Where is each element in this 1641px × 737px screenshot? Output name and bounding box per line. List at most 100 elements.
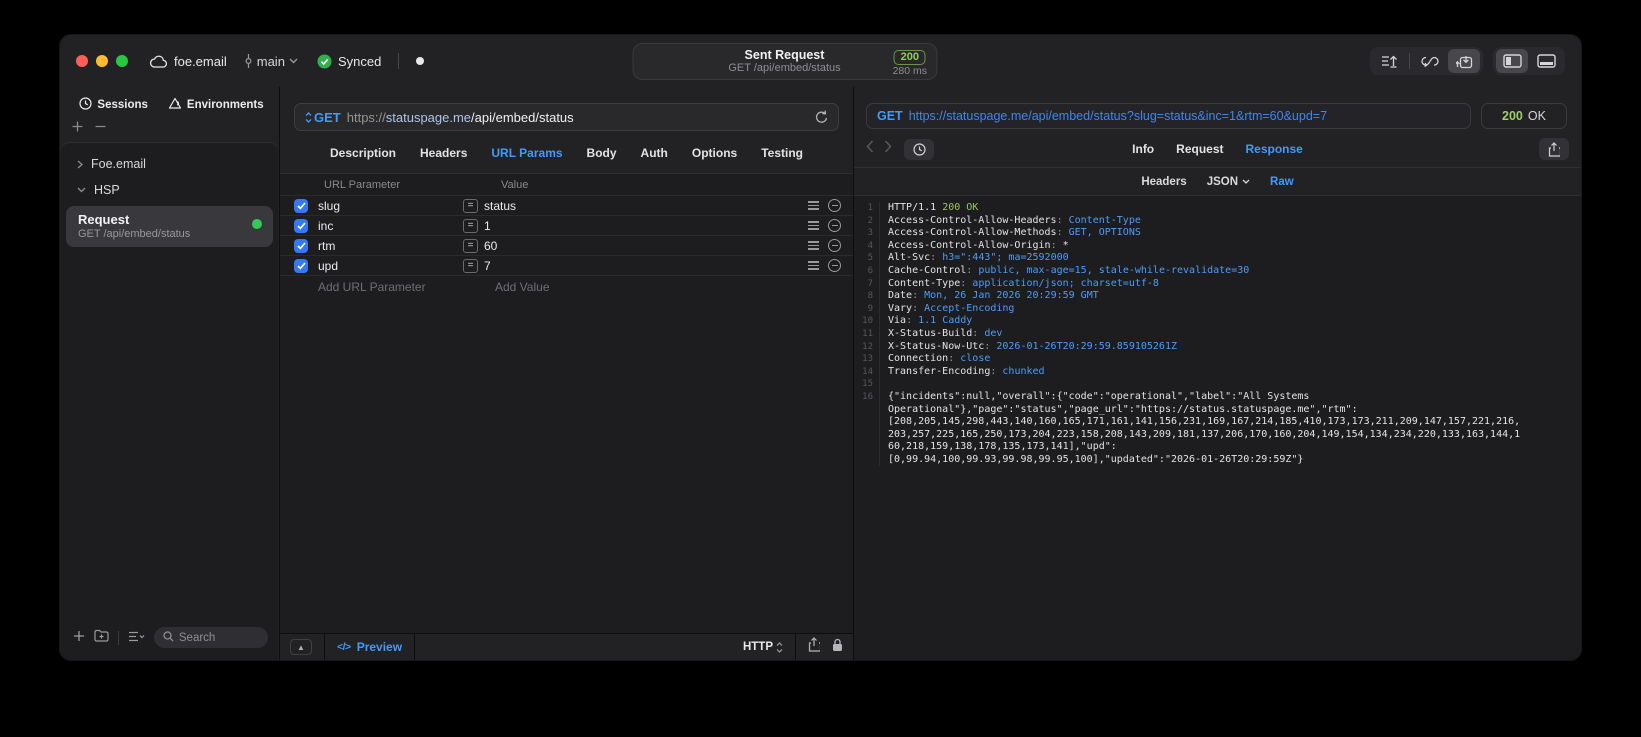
method-selector[interactable]: GET bbox=[305, 110, 341, 125]
request-status-dot bbox=[252, 219, 262, 229]
param-value[interactable]: 7 bbox=[484, 259, 808, 273]
tab-response[interactable]: Response bbox=[1245, 142, 1302, 156]
sort-list-icon[interactable] bbox=[128, 629, 145, 647]
send-request-button[interactable] bbox=[1373, 49, 1405, 73]
remove-param-icon[interactable] bbox=[828, 239, 841, 252]
tab-sessions[interactable]: Sessions bbox=[79, 97, 148, 113]
param-enabled-checkbox[interactable] bbox=[294, 238, 308, 253]
project-name[interactable]: foe.email bbox=[174, 54, 227, 69]
history-clock-button[interactable] bbox=[904, 138, 934, 160]
method-label: GET bbox=[314, 109, 341, 125]
lock-icon[interactable] bbox=[832, 638, 843, 657]
tab-body[interactable]: Body bbox=[587, 146, 617, 160]
export-response-button[interactable] bbox=[1539, 138, 1569, 160]
tab-info[interactable]: Info bbox=[1132, 142, 1154, 156]
line-number: 14 bbox=[854, 365, 880, 379]
branch-name: main bbox=[256, 53, 285, 69]
request-url-text[interactable]: https://statuspage.me/api/embed/status bbox=[347, 110, 574, 125]
param-enabled-checkbox[interactable] bbox=[294, 258, 308, 273]
tab-options[interactable]: Options bbox=[692, 146, 737, 160]
line-text: Connection: close bbox=[888, 353, 991, 365]
subtab-headers[interactable]: Headers bbox=[1141, 176, 1186, 188]
param-row[interactable]: slug = status bbox=[280, 196, 853, 216]
forward-icon[interactable] bbox=[884, 140, 892, 158]
response-code-line: 3 Access-Control-Allow-Methods: GET, OPTI… bbox=[854, 227, 1581, 240]
new-folder-icon[interactable] bbox=[94, 629, 109, 647]
request-url-bar[interactable]: GET https://statuspage.me/api/embed/stat… bbox=[294, 103, 839, 131]
toolbar-separator bbox=[1409, 53, 1410, 69]
protocol-selector[interactable]: HTTP bbox=[743, 641, 783, 653]
line-text: 203,257,225,165,250,173,204,223,158,208,… bbox=[888, 428, 1521, 440]
param-name[interactable]: rtm bbox=[318, 239, 463, 253]
response-code-line: 16 {"incidents":null,"overall":{"code":"o… bbox=[854, 390, 1581, 404]
tree-group-hsp[interactable]: HSP bbox=[61, 177, 278, 203]
tab-request[interactable]: Request bbox=[1176, 142, 1223, 156]
branch-selector[interactable]: main bbox=[244, 54, 298, 69]
synced-check-icon bbox=[317, 54, 332, 69]
param-enabled-checkbox[interactable] bbox=[294, 218, 308, 233]
param-name[interactable]: upd bbox=[318, 259, 463, 273]
add-param-row[interactable]: Add URL Parameter Add Value bbox=[280, 276, 853, 297]
subtab-json[interactable]: JSON bbox=[1207, 176, 1250, 188]
code-brackets-icon: </> bbox=[337, 641, 351, 653]
zoom-window-button[interactable] bbox=[116, 55, 128, 67]
layout-left-panel-button[interactable] bbox=[1496, 49, 1528, 73]
param-value[interactable]: status bbox=[484, 199, 808, 213]
param-value[interactable]: 1 bbox=[484, 219, 808, 233]
traffic-lights bbox=[76, 55, 128, 67]
param-name[interactable]: slug bbox=[318, 199, 463, 213]
sent-request-summary[interactable]: Sent Request GET /api/embed/status 200 2… bbox=[632, 43, 937, 80]
drag-handle-icon[interactable] bbox=[808, 201, 819, 210]
import-response-button[interactable] bbox=[1448, 49, 1480, 73]
response-code-line: 60,218,159,138,178,135,173,141],"upd": bbox=[854, 441, 1581, 454]
line-number bbox=[854, 453, 880, 467]
share-icon[interactable] bbox=[808, 637, 822, 657]
remove-item-icon[interactable] bbox=[95, 119, 106, 137]
app-window: foe.email main Synced Sent Request GET /… bbox=[60, 35, 1581, 660]
tab-headers[interactable]: Headers bbox=[420, 146, 467, 160]
add-param-name-placeholder[interactable]: Add URL Parameter bbox=[318, 280, 473, 294]
drag-handle-icon[interactable] bbox=[808, 221, 819, 230]
layout-bottom-panel-button[interactable] bbox=[1530, 49, 1562, 73]
tab-testing[interactable]: Testing bbox=[761, 146, 803, 160]
new-request-icon[interactable] bbox=[73, 629, 85, 647]
add-param-value-placeholder[interactable]: Add Value bbox=[495, 280, 550, 294]
close-window-button[interactable] bbox=[76, 55, 88, 67]
history-clock-icon bbox=[79, 97, 93, 113]
sent-request-url[interactable]: GET https://statuspage.me/api/embed/stat… bbox=[866, 103, 1471, 129]
remove-param-icon[interactable] bbox=[828, 259, 841, 272]
tab-auth[interactable]: Auth bbox=[641, 146, 668, 160]
tab-description[interactable]: Description bbox=[330, 146, 396, 160]
search-input[interactable]: Search bbox=[153, 627, 268, 648]
back-icon[interactable] bbox=[866, 140, 874, 158]
drag-handle-icon[interactable] bbox=[808, 241, 819, 250]
param-row[interactable]: upd = 7 bbox=[280, 256, 853, 276]
expand-panel-button[interactable]: ▲ bbox=[290, 639, 312, 655]
param-enabled-checkbox[interactable] bbox=[294, 198, 308, 213]
request-item-title: Request bbox=[78, 212, 130, 227]
resend-loop-button[interactable] bbox=[1414, 49, 1446, 73]
drag-handle-icon[interactable] bbox=[808, 261, 819, 270]
sync-status[interactable]: Synced bbox=[317, 54, 381, 69]
param-row[interactable]: rtm = 60 bbox=[280, 236, 853, 256]
sync-status-label: Synced bbox=[337, 53, 382, 69]
response-tabs: Info Request Response bbox=[1132, 142, 1303, 156]
response-body-viewer[interactable]: 1 HTTP/1.1 200 OK 2 Access-Control-Allow-He… bbox=[854, 195, 1581, 660]
line-number: 5 bbox=[854, 252, 880, 265]
tab-url-params[interactable]: URL Params bbox=[491, 146, 562, 160]
param-value[interactable]: 60 bbox=[484, 239, 808, 253]
remove-param-icon[interactable] bbox=[828, 199, 841, 212]
tree-group-foe-email[interactable]: Foe.email bbox=[61, 151, 278, 177]
response-code-line: 8 Date: Mon, 26 Jan 2026 20:29:59 GMT bbox=[854, 290, 1581, 303]
response-code-line: 13 Connection: close bbox=[854, 353, 1581, 366]
minimize-window-button[interactable] bbox=[96, 55, 108, 67]
param-row[interactable]: inc = 1 bbox=[280, 216, 853, 236]
subtab-raw[interactable]: Raw bbox=[1270, 176, 1294, 188]
preview-button[interactable]: </> Preview bbox=[337, 640, 402, 654]
sidebar-item-request[interactable]: Request GET /api/embed/status bbox=[66, 206, 273, 247]
param-name[interactable]: inc bbox=[318, 219, 463, 233]
remove-param-icon[interactable] bbox=[828, 219, 841, 232]
resend-icon[interactable] bbox=[815, 110, 828, 124]
add-item-icon[interactable] bbox=[72, 119, 83, 137]
tab-environments[interactable]: Environments bbox=[168, 97, 264, 113]
